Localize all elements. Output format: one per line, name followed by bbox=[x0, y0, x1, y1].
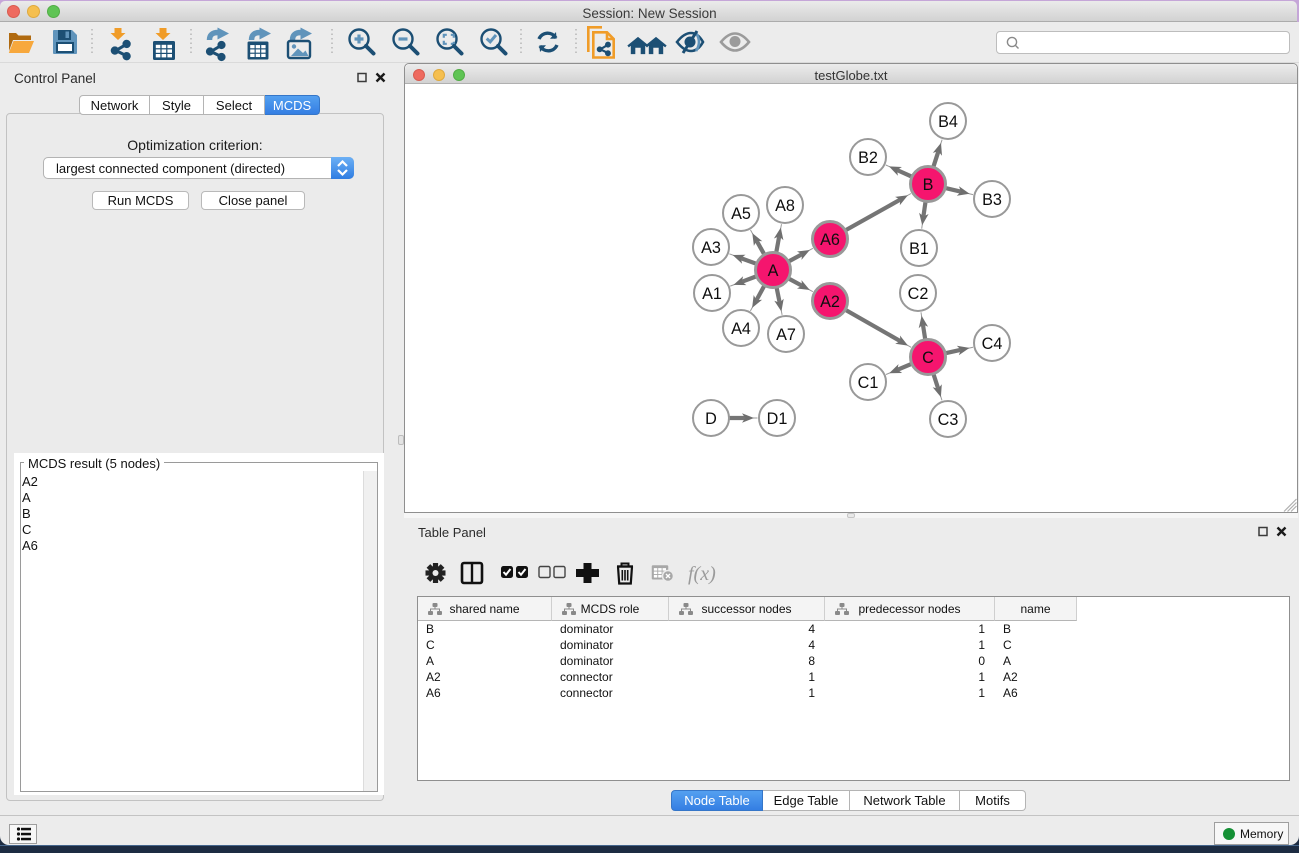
svg-text:B: B bbox=[923, 176, 934, 194]
svg-text:C: C bbox=[922, 349, 934, 367]
svg-text:C1: C1 bbox=[858, 374, 879, 392]
svg-text:A8: A8 bbox=[775, 197, 795, 215]
svg-text:B1: B1 bbox=[909, 240, 929, 258]
svg-text:C4: C4 bbox=[982, 335, 1003, 353]
svg-text:D1: D1 bbox=[767, 410, 788, 428]
svg-text:B3: B3 bbox=[982, 191, 1002, 209]
svg-text:C2: C2 bbox=[908, 285, 929, 303]
svg-text:D: D bbox=[705, 410, 717, 428]
svg-text:A: A bbox=[768, 262, 779, 280]
svg-text:A4: A4 bbox=[731, 320, 751, 338]
svg-text:A5: A5 bbox=[731, 205, 751, 223]
svg-text:A1: A1 bbox=[702, 285, 722, 303]
svg-text:B4: B4 bbox=[938, 113, 958, 131]
svg-text:A2: A2 bbox=[820, 293, 840, 311]
svg-text:A7: A7 bbox=[776, 326, 796, 344]
svg-text:A3: A3 bbox=[701, 239, 721, 257]
svg-text:f(x): f(x) bbox=[688, 563, 716, 585]
svg-text:A6: A6 bbox=[820, 231, 840, 249]
svg-text:C3: C3 bbox=[938, 411, 959, 429]
svg-text:B2: B2 bbox=[858, 149, 878, 167]
